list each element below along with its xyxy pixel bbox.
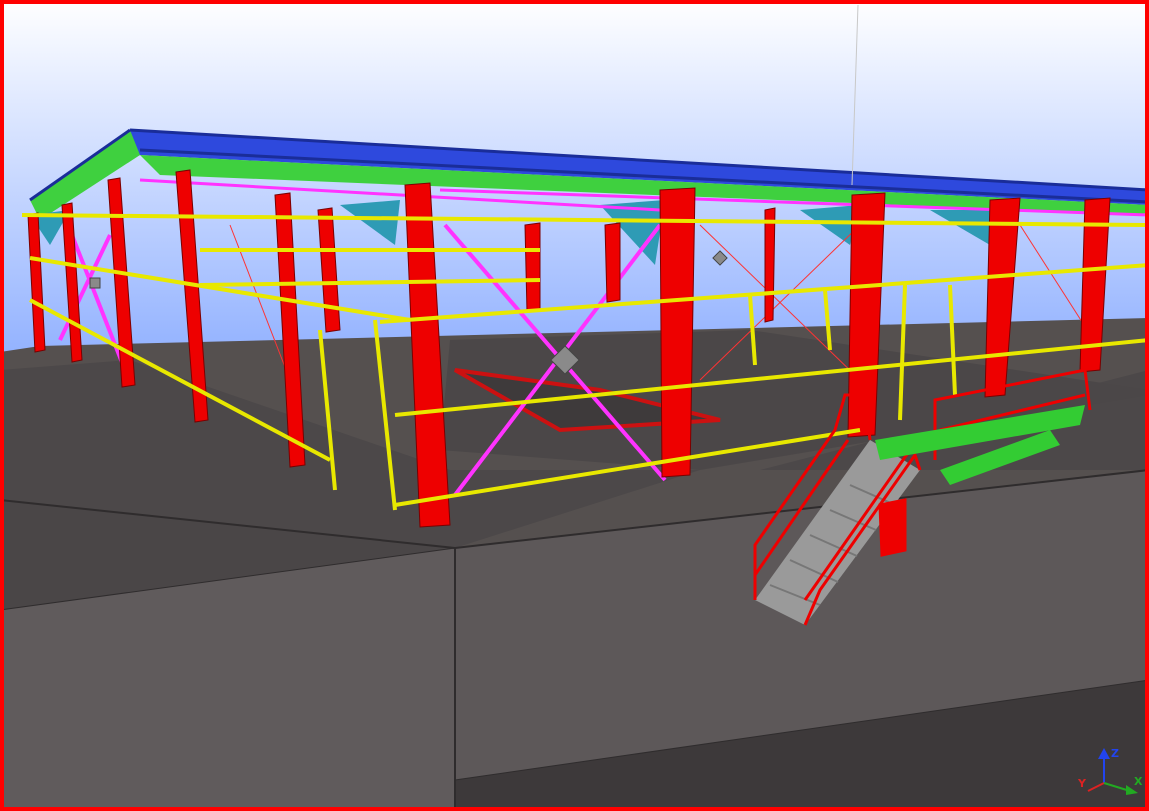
- z-axis-label: Z: [1111, 747, 1119, 760]
- z-axis-icon: Z: [1098, 747, 1119, 783]
- y-axis-label: Y: [1077, 777, 1087, 790]
- x-axis-label: X: [1134, 775, 1143, 788]
- axis-gizmo: Z Y X: [1077, 747, 1143, 795]
- 3d-model-viewport[interactable]: Z Y X: [0, 0, 1149, 811]
- y-axis-icon: Y: [1077, 777, 1105, 792]
- x-axis-icon: X: [1103, 775, 1143, 795]
- structural-model-scene[interactable]: [0, 0, 1149, 811]
